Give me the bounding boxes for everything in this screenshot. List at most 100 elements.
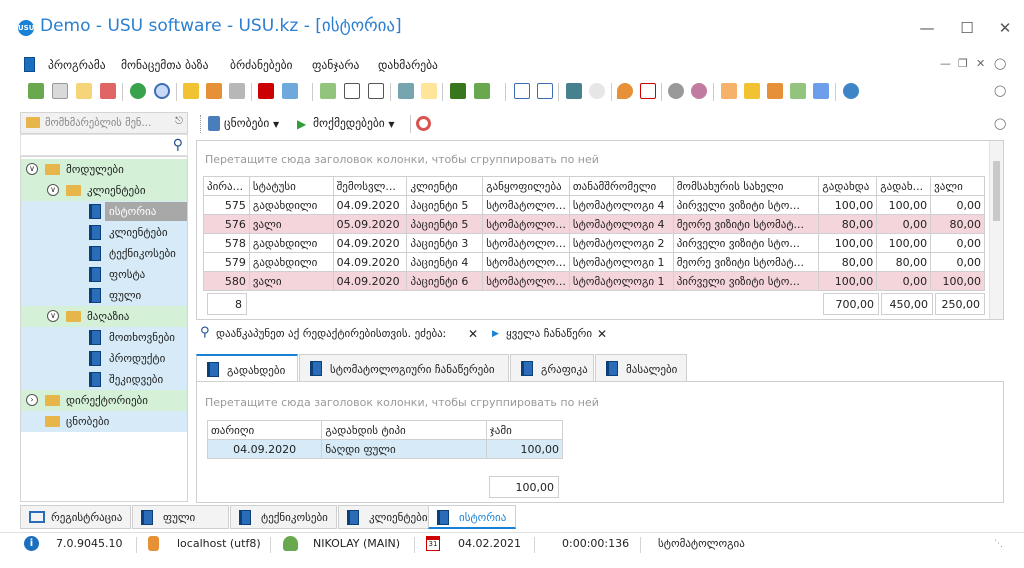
cell-payment[interactable]: 100,00 [818,195,878,215]
table-row[interactable]: 575 გადახდილი 04.09.2020 პაციენტი 5 სტომ… [203,195,985,215]
cell-service[interactable]: პირველი ვიზიტი სტო... [672,195,820,215]
group-panel[interactable]: Перетащите сюда заголовок колонки, чтобы… [197,141,989,175]
cell-paid[interactable]: 100,00 [876,233,932,253]
cell-payment[interactable]: 80,00 [818,214,878,234]
mdi-restore-button[interactable]: ❐ [958,57,968,70]
clear-filter-icon[interactable]: ✕ [468,327,478,341]
col-header-client[interactable]: კლიენტი [406,176,484,196]
tree-item-directories[interactable]: › დირექტორიები [21,390,187,411]
menu-help[interactable]: დახმარება [378,58,438,72]
table-row[interactable]: 578 გადახდილი 04.09.2020 პაციენტი 3 სტომ… [203,233,985,253]
cell-department[interactable]: სტომატოლო... [482,195,570,215]
pin-icon[interactable]: ⎋ [175,116,183,127]
expand-all-icon[interactable] [344,83,360,99]
menu-window[interactable]: ფანჯარა [312,58,359,72]
cell-debt[interactable]: 80,00 [930,214,985,234]
window-tab-registration[interactable]: რეგისტრაცია [20,505,131,529]
cell-payment[interactable]: 80,00 [818,252,878,272]
col-header-date[interactable]: თარიღი [206,420,323,440]
gear-icon[interactable] [668,83,684,99]
col-header-service[interactable]: მომსახურის სახელი [672,176,820,196]
filter-hint[interactable]: დააწკაპუნეთ აქ რედაქტირებისთვის. ეძებაː [216,327,446,340]
group-panel[interactable]: Перетащите сюда заголовок колонки, чтобы… [197,382,1003,418]
cell-status[interactable]: გადახდილი [248,233,334,253]
cell-debt[interactable]: 0,00 [930,195,985,215]
col-header-payment-type[interactable]: გადახდის ტიპი [321,420,487,440]
col-header-debt[interactable]: ვალი [930,176,985,196]
cell-service[interactable]: პირველი ვიზიტი სტო... [672,233,820,253]
minimize-button[interactable]: — [917,18,937,38]
calendar-icon[interactable] [640,83,656,99]
refresh-icon[interactable] [130,83,146,99]
cell-employee[interactable]: სტომატოლოგი 4 [568,195,674,215]
cell-id[interactable]: 575 [203,195,250,215]
add-row-icon[interactable] [398,83,414,99]
expand-icon[interactable]: › [26,394,38,406]
image-icon[interactable] [282,83,298,99]
collapse-icon[interactable]: ∨ [47,310,59,322]
collapse-icon[interactable]: ∨ [26,163,38,175]
cell-debt[interactable]: 0,00 [930,252,985,272]
reset-icon[interactable] [416,116,431,131]
col-header-payment[interactable]: გადახდა [818,176,878,196]
location-pin-icon[interactable] [617,83,633,99]
export-icon[interactable] [474,83,490,99]
col-header-date[interactable]: შემოსვლ... [332,176,408,196]
cell-status[interactable]: ვალი [248,214,334,234]
cell-date[interactable]: 04.09.2020 [332,271,408,291]
excel-export-icon[interactable] [450,83,466,99]
tab-payments[interactable]: გადახდები [196,354,298,382]
new-window-icon[interactable] [514,83,530,99]
search-icon[interactable]: ⚲ [173,137,183,153]
flag-icon[interactable] [258,83,274,99]
col-header-sum[interactable]: ჯამი [485,420,564,440]
user-icon[interactable] [767,83,783,99]
collapse-icon[interactable]: ∨ [47,184,59,196]
tab-dental-records[interactable]: სტომატოლოგიური ჩანაწერები [299,354,509,381]
add-icon[interactable] [28,83,44,99]
search-icon[interactable] [154,83,170,99]
tree-item-mail[interactable]: ფოსტა [21,264,187,285]
tree-item-clients[interactable]: კლიენტები [21,222,187,243]
table-row[interactable]: 579 გადახდილი 04.09.2020 პაციენტი 4 სტომ… [203,252,985,272]
tree-item-clients-group[interactable]: ∨ კლიენტები [21,180,187,201]
cell-date[interactable]: 04.09.2020 [332,233,408,253]
cell-employee[interactable]: სტომატოლოგი 1 [568,252,674,272]
exit-icon[interactable] [566,83,582,99]
tree-item-history[interactable]: ისტორია [21,201,187,222]
cell-employee[interactable]: სტომატოლოგი 4 [568,214,674,234]
tree-item-modules[interactable]: ∨ მოდულები [21,159,187,180]
window-tab-history[interactable]: ისტორია [428,505,516,529]
cell-id[interactable]: 580 [203,271,250,291]
resize-grip-icon[interactable]: ⋱ [994,539,1003,549]
maximize-button[interactable]: ☐ [957,18,977,38]
cell-department[interactable]: სტომატოლო... [482,271,570,291]
filter-clear-icon[interactable] [206,83,222,99]
all-records-label[interactable]: ყველა ჩანაწერი [506,327,592,340]
cell-department[interactable]: სტომატოლო... [482,214,570,234]
mdi-minimize-button[interactable]: — [940,57,951,70]
color-palette-icon[interactable] [691,83,707,99]
edit-icon[interactable] [76,83,92,99]
cell-id[interactable]: 578 [203,233,250,253]
close-filter-icon[interactable]: ✕ [597,327,607,341]
cell-id[interactable]: 576 [203,214,250,234]
cell-id[interactable]: 579 [203,252,250,272]
tree-item-reports[interactable]: ცნობები [21,411,187,432]
cell-employee[interactable]: სტომატოლოგი 2 [568,233,674,253]
tree-item-technicians[interactable]: ტექნიკოსები [21,243,187,264]
menu-database[interactable]: მონაცემთა ბაზა [121,58,208,72]
cell-status[interactable]: ვალი [248,271,334,291]
lock-icon[interactable] [744,83,760,99]
tree-item-purchases[interactable]: შეკიდვები [21,369,187,390]
collapse-all-icon[interactable] [368,83,384,99]
toolbar-collapse-icon[interactable]: ◯ [994,84,1006,97]
filter-settings-icon[interactable] [229,83,245,99]
tree-item-requests[interactable]: მოთხოვნები [21,327,187,348]
table-row[interactable]: 576 ვალი 05.09.2020 პაციენტი 5 სტომატოლო… [203,214,985,234]
cell-service[interactable]: მეორე ვიზიტი სტომატ... [672,214,820,234]
cell-department[interactable]: სტომატოლო... [482,233,570,253]
window-tab-clients[interactable]: კლიენტები [338,505,436,529]
cell-employee[interactable]: სტომატოლოგი 1 [568,271,674,291]
actions-dropdown[interactable]: მოქმედებები ▼ [313,116,395,130]
